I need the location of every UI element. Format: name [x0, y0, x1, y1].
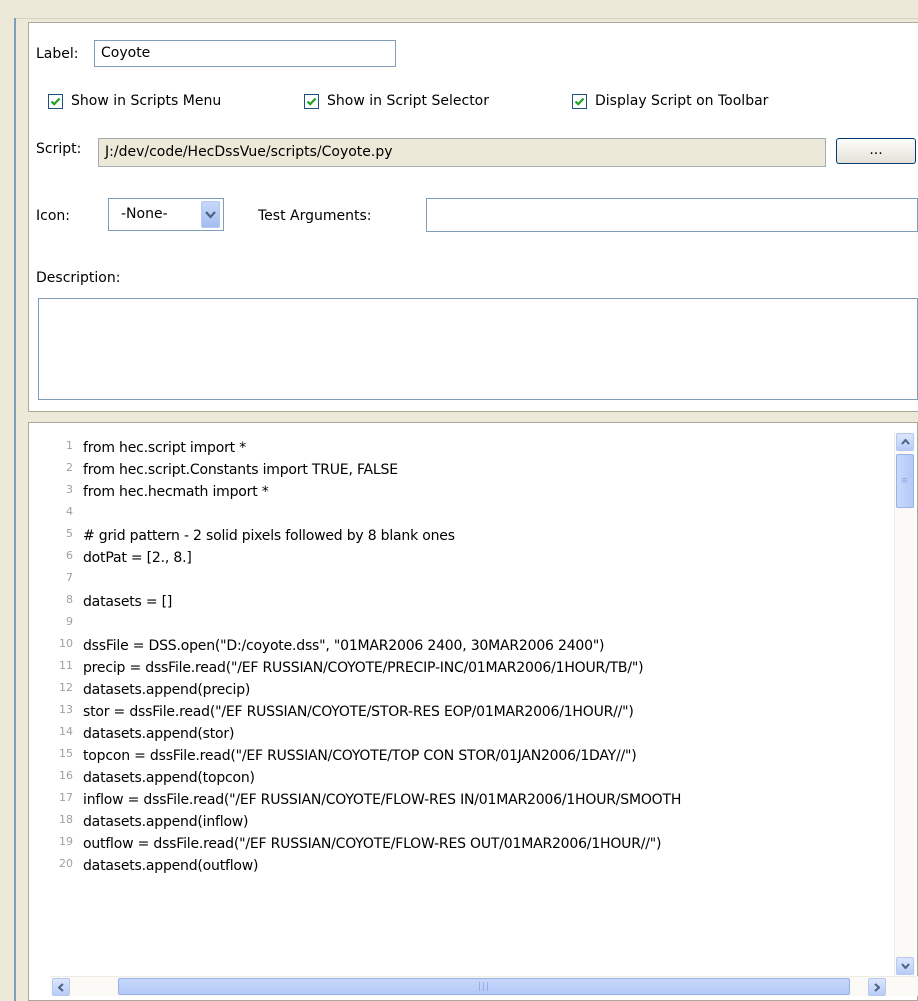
test-arguments-input[interactable] [426, 198, 918, 232]
check-icon [572, 93, 587, 109]
vertical-scroll-thumb[interactable]: ≡ [896, 454, 914, 508]
checkbox-label: Display Script on Toolbar [595, 93, 769, 109]
show-in-script-selector-checkbox[interactable]: Show in Script Selector [304, 93, 489, 109]
window-top-strip [0, 0, 918, 19]
description-caption: Description: [36, 270, 121, 286]
arrow-right-icon[interactable] [868, 978, 886, 996]
code-line: 12 datasets.append(precip) [59, 681, 251, 698]
code-line: 2 from hec.script.Constants import TRUE, … [66, 461, 398, 478]
horizontal-scroll-thumb[interactable]: ||| [118, 978, 850, 995]
label-caption: Label: [36, 46, 79, 62]
description-textarea[interactable] [38, 298, 918, 400]
checkbox-label: Show in Script Selector [327, 93, 490, 109]
code-line: 9 [66, 615, 73, 628]
script-caption: Script: [36, 141, 82, 157]
arrow-left-icon[interactable] [52, 978, 70, 996]
horizontal-scrollbar[interactable]: ||| [50, 976, 918, 996]
code-line: 11 precip = dssFile.read("/EF RUSSIAN/COY… [59, 659, 644, 676]
vertical-scrollbar[interactable]: ≡ [894, 432, 915, 977]
test-arguments-caption: Test Arguments: [258, 208, 372, 224]
display-script-on-toolbar-checkbox[interactable]: Display Script on Toolbar [572, 93, 768, 109]
code-line: 5 # grid pattern - 2 solid pixels followe… [66, 527, 455, 544]
show-in-scripts-menu-checkbox[interactable]: Show in Scripts Menu [48, 93, 221, 109]
code-line: 15 topcon = dssFile.read("/EF RUSSIAN/COY… [59, 747, 637, 764]
check-icon [48, 93, 63, 109]
chevron-down-icon[interactable] [201, 201, 220, 228]
checkbox-label: Show in Scripts Menu [71, 93, 222, 109]
code-line: 17 inflow = dssFile.read("/EF RUSSIAN/COY… [59, 791, 682, 808]
code-line: 13 stor = dssFile.read("/EF RUSSIAN/COYOT… [59, 703, 634, 720]
code-line: 14 datasets.append(stor) [59, 725, 235, 742]
left-rail-divider [14, 18, 16, 1001]
code-line: 7 [66, 571, 73, 584]
code-line: 18 datasets.append(inflow) [59, 813, 249, 830]
icon-select-value: -None- [121, 206, 168, 222]
code-line: 6 dotPat = [2., 8.] [66, 549, 192, 566]
arrow-down-icon[interactable] [896, 957, 914, 975]
script-path-field[interactable]: J:/dev/code/HecDssVue/scripts/Coyote.py [98, 138, 826, 167]
browse-button[interactable]: ... [836, 138, 916, 164]
code-line: 10 dssFile = DSS.open("D:/coyote.dss", "0… [59, 637, 605, 654]
code-line: 20 datasets.append(outflow) [59, 857, 259, 874]
arrow-up-icon[interactable] [896, 433, 914, 451]
script-editor[interactable]: 1 from hec.script import * 2 from hec.scri… [28, 422, 918, 1001]
code-line: 1 from hec.script import * [66, 439, 247, 456]
label-input[interactable]: Coyote [94, 40, 396, 67]
icon-caption: Icon: [36, 208, 70, 224]
code-line: 8 datasets = [] [66, 593, 173, 610]
code-line: 19 outflow = dssFile.read("/EF RUSSIAN/CO… [59, 835, 662, 852]
check-icon [304, 93, 319, 109]
code-line: 16 datasets.append(topcon) [59, 769, 255, 786]
left-rail [0, 18, 14, 1001]
code-line: 4 [66, 505, 73, 518]
code-line: 3 from hec.hecmath import * [66, 483, 269, 500]
